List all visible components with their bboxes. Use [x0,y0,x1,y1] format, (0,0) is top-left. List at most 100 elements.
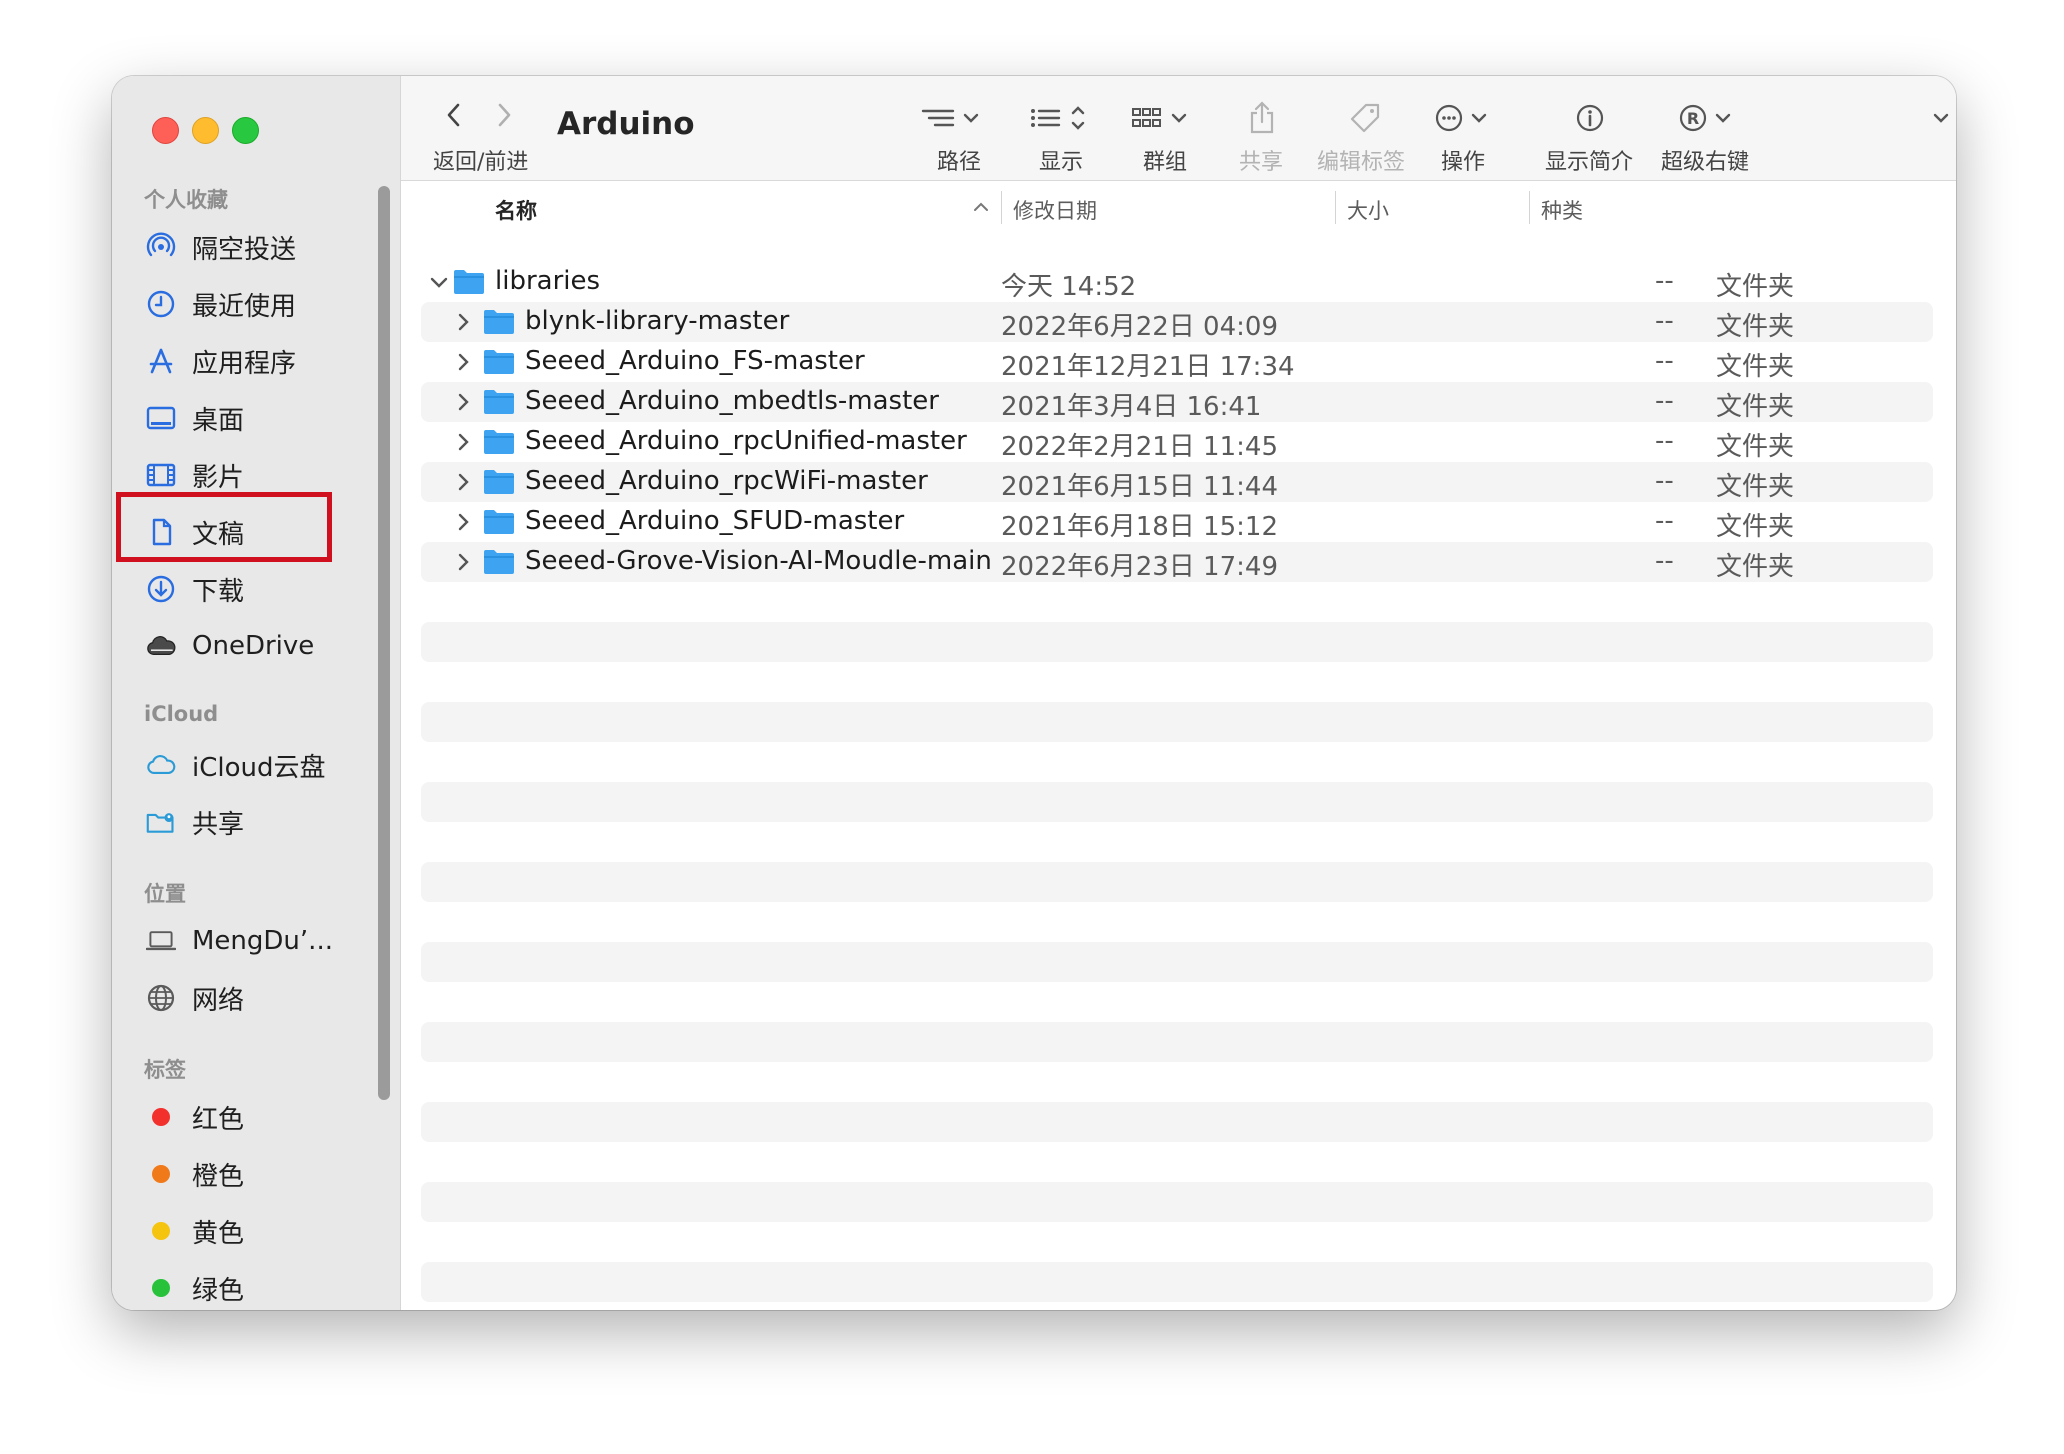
download-icon [146,575,176,603]
empty-row-stripe [421,862,1933,902]
disclosure-collapsed-icon[interactable] [451,510,475,534]
edit-tags-button[interactable]: 编辑标签 [1309,94,1419,175]
disclosure-collapsed-icon[interactable] [451,550,475,574]
disclosure-collapsed-icon[interactable] [451,430,475,454]
file-modified: 2021年3月4日 16:41 [1001,392,1262,422]
file-kind: 文件夹 [1716,552,1795,582]
toolbar-overflow-button[interactable] [1929,94,1956,174]
disclosure-expanded-icon[interactable] [427,270,451,294]
sidebar-tag-green[interactable]: 绿色 [112,1263,372,1310]
file-name: libraries [495,266,601,296]
file-row[interactable]: Seeed_Arduino_SFUD-master 2021年6月18日 15:… [421,502,1933,542]
file-size: -- [1655,306,1674,336]
tag-dot-icon [146,1274,176,1302]
file-row[interactable]: Seeed_Arduino_FS-master 2021年12月21日 17:3… [421,342,1933,382]
empty-row-stripe [421,1262,1933,1302]
column-kind[interactable]: 种类 [1541,195,1583,225]
group-label: 群组 [1143,150,1188,175]
empty-row-stripe [421,1022,1933,1062]
minimize-button[interactable] [192,117,219,144]
tag-dot-icon [146,1103,176,1131]
sidebar-tag-red[interactable]: 红色 [112,1092,372,1142]
column-modified[interactable]: 修改日期 [1013,195,1097,225]
folder-icon [483,428,515,455]
forward-button[interactable] [489,100,519,130]
empty-row-stripe [421,1102,1933,1142]
folder-icon [483,468,515,495]
back-button[interactable] [439,100,469,130]
get-info-button[interactable]: 显示简介 [1535,94,1645,175]
super-right-click-button[interactable]: R 超级右键 [1653,94,1763,175]
file-kind: 文件夹 [1716,352,1795,382]
disclosure-collapsed-icon[interactable] [451,470,475,494]
clock-icon [146,290,176,318]
group-icon [1131,100,1193,136]
file-row[interactable]: libraries 今天 14:52 -- 文件夹 [421,262,1933,302]
column-size[interactable]: 大小 [1347,195,1389,225]
nav-label: 返回/前进 [433,150,529,175]
svg-text:R: R [1687,109,1699,128]
empty-row-stripe [421,942,1933,982]
list-view-icon [1029,100,1091,136]
share-label: 共享 [1239,150,1284,175]
file-row[interactable]: Seeed_Arduino_rpcUnified-master 2022年2月2… [421,422,1933,462]
file-row[interactable]: Seeed_Arduino_mbedtls-master 2021年3月4日 1… [421,382,1933,422]
column-separator[interactable] [1335,191,1336,224]
sidebar-scrollbar[interactable] [378,186,390,1100]
file-size: -- [1655,506,1674,536]
view-button[interactable]: 显示 [1019,94,1119,175]
path-button[interactable]: 路径 [911,94,1011,175]
sidebar-item-macbook[interactable]: MengDu’... [112,916,372,966]
applications-icon [146,347,176,375]
sidebar-section-locations: 位置 [144,882,186,906]
file-row[interactable]: blynk-library-master 2022年6月22日 04:09 --… [421,302,1933,342]
sidebar-item-network[interactable]: 网络 [112,973,372,1023]
sidebar-item-downloads[interactable]: 下载 [112,564,372,614]
window-title: Arduino [557,106,695,142]
documents-highlight-box [116,492,332,562]
file-modified: 今天 14:52 [1001,272,1137,302]
file-kind: 文件夹 [1716,312,1795,342]
edit-tags-label: 编辑标签 [1317,150,1406,175]
sidebar-item-label: 绿色 [192,1275,245,1306]
sidebar-item-recents[interactable]: 最近使用 [112,279,372,329]
disclosure-collapsed-icon[interactable] [451,350,475,374]
sidebar-tag-orange[interactable]: 橙色 [112,1149,372,1199]
action-button[interactable]: 操作 [1425,94,1525,175]
close-button[interactable] [152,117,179,144]
sidebar-item-shared[interactable]: 共享 [112,797,372,847]
file-kind: 文件夹 [1716,272,1795,302]
sidebar-item-desktop[interactable]: 桌面 [112,393,372,443]
share-button[interactable]: 共享 [1227,94,1307,175]
file-name: Seeed_Arduino_SFUD-master [525,506,905,536]
sidebar-item-label: 下载 [192,576,245,607]
sidebar-section-icloud: iCloud [144,702,219,726]
sidebar-item-label: OneDrive [192,631,315,661]
column-name[interactable]: 名称 [495,195,537,225]
sidebar-item-label: 桌面 [192,405,245,436]
globe-icon [146,984,176,1012]
disclosure-collapsed-icon[interactable] [451,310,475,334]
cloud-filled-icon [146,632,176,660]
zoom-button[interactable] [232,117,259,144]
column-separator[interactable] [1529,191,1530,224]
column-separator[interactable] [1001,191,1002,224]
disclosure-collapsed-icon[interactable] [451,390,475,414]
sidebar-item-onedrive[interactable]: OneDrive [112,621,372,671]
airdrop-icon [146,232,176,261]
sidebar-item-applications[interactable]: 应用程序 [112,336,372,386]
file-name: Seeed-Grove-Vision-AI-Moudle-main [525,546,992,576]
file-size: -- [1655,546,1674,576]
file-row[interactable]: Seeed-Grove-Vision-AI-Moudle-main 2022年6… [421,542,1933,582]
file-name: Seeed_Arduino_FS-master [525,346,865,376]
group-button[interactable]: 群组 [1125,94,1225,175]
file-kind: 文件夹 [1716,432,1795,462]
file-row[interactable]: Seeed_Arduino_rpcWiFi-master 2021年6月15日 … [421,462,1933,502]
sidebar-tag-yellow[interactable]: 黄色 [112,1206,372,1256]
view-label: 显示 [1039,150,1084,175]
sidebar-item-icloud-drive[interactable]: iCloud云盘 [112,740,372,790]
desktop-icon [146,404,176,432]
sidebar-item-label: 最近使用 [192,291,297,322]
path-icon [921,100,983,136]
sidebar-item-airdrop[interactable]: 隔空投送 [112,222,372,272]
